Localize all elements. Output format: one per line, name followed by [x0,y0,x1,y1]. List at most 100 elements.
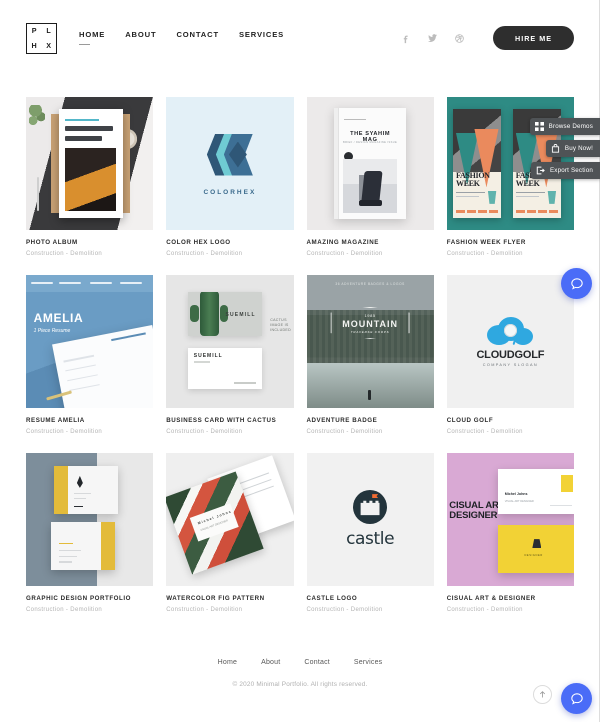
badge-name: MOUNTAIN [342,318,399,329]
cactus-note: CACTUS IMAGE IS INCLUDED [270,317,291,333]
flyer-left: FASHION WEEK [453,108,502,219]
portfolio-thumbnail[interactable]: AMELIA 1 Piece Resume [26,275,154,408]
portfolio-item-title: BUSINESS CARD WITH CACTUS [166,417,277,424]
export-section-button[interactable]: Export Section [530,162,600,179]
portfolio-item-subtitle: Construction - Demolition [446,607,523,613]
flyer-swatches [456,209,498,213]
footer-link-contact[interactable]: Contact [304,659,330,666]
colorhex-wordmark: COLORHEX [203,188,257,196]
portfolio-grid: PHOTO ALBUM Construction - Demolition CO… [0,76,600,631]
portfolio-item-castle-logo[interactable]: castle CASTLE LOGO Construction - Demoli… [306,453,434,613]
browse-demos-label: Browse Demos [548,123,593,130]
browse-demos-button[interactable]: Browse Demos [529,118,600,135]
export-section-label: Export Section [549,167,593,174]
portfolio-item-title: COLOR HEX LOGO [166,239,231,246]
arrow-up-icon [539,691,546,698]
resume-sheet [52,324,154,408]
portfolio-item-subtitle: Construction - Demolition [166,251,243,257]
footer-link-services[interactable]: Services [354,659,382,666]
chat-bubble-button-upper[interactable] [561,268,592,299]
portfolio-item-business-card-cactus[interactable]: SUEMILL SUEMILL CACTUS IMAGE IS INCLUDED… [166,275,294,435]
cloudgolf-artwork: CLOUDGOLF COMPANY SLOGAN [446,275,574,408]
portfolio-item-resume-amelia[interactable]: AMELIA 1 Piece Resume RESUME AMELIA Cons… [26,275,154,435]
card-back: SUEMILL [187,348,262,390]
site-header: P L H X HOME ABOUT CONTACT SERVICES HIRE… [0,0,600,76]
footer-link-about[interactable]: About [261,659,280,666]
portfolio-item-photo-album[interactable]: PHOTO ALBUM Construction - Demolition [26,97,154,257]
magazine-spine [334,107,340,220]
portfolio-thumbnail[interactable] [26,453,154,586]
export-icon [536,166,545,175]
bag-icon [551,144,560,153]
nav-item-home[interactable]: HOME [79,30,105,46]
demo-tools-panel: Browse Demos Buy Now! Export Section [529,118,600,179]
dribbble-icon[interactable] [454,32,465,44]
portfolio-item-title: CASTLE LOGO [306,595,358,602]
copyright-text: © 2020 Minimal Portfolio. All rights res… [232,681,368,688]
portfolio-item-title: CISUAL ART & DESIGNER [446,595,536,602]
logo-letter-x: X [46,40,52,50]
plant-decor [28,104,45,131]
watercolor-artwork: Michel Johns VISUAL ART DESIGNER [166,453,294,586]
portfolio-item-title: ADVENTURE BADGE [306,417,378,424]
flyer-headline-line2: WEEK [515,178,540,188]
twitter-icon[interactable] [427,32,438,44]
portfolio-thumbnail[interactable]: COLORHEX [166,97,294,230]
resume-tagline: 1 Piece Resume [33,327,71,334]
portfolio-item-title: PHOTO ALBUM [26,239,78,246]
portfolio-thumbnail[interactable]: CLOUDGOLF COMPANY SLOGAN [446,275,574,408]
nav-item-services[interactable]: SERVICES [239,30,284,46]
portfolio-thumbnail[interactable]: Michel Johns VISUAL ART DESIGNER [166,453,294,586]
buy-now-button[interactable]: Buy Now! [545,140,600,157]
portfolio-item-subtitle: Construction - Demolition [306,607,383,613]
portfolio-thumbnail[interactable]: CISUAL ART & DESIGNER Michel Johns VISUA… [446,453,574,586]
album-photo [65,148,117,212]
hiker-figure [367,390,371,401]
resume-artwork: AMELIA 1 Piece Resume [26,275,154,408]
colorhex-logo-mark [206,132,253,178]
flyer-cup-icon [547,190,557,204]
nav-item-contact[interactable]: CONTACT [176,30,219,46]
cactus-photo [190,292,229,337]
portfolio-item-graphic-design-portfolio[interactable]: GRAPHIC DESIGN PORTFOLIO Construction - … [26,453,154,613]
album-accent-line [65,118,99,121]
portfolio-item-amazing-magazine[interactable]: THE SYAHIM MAG BRIEF / DESIGN MAGAZINE I… [306,97,434,257]
resume-heading: AMELIA 1 Piece Resume [34,311,84,334]
portfolio-item-title: GRAPHIC DESIGN PORTFOLIO [26,595,131,602]
folder-bottom [51,522,116,571]
graphic-portfolio-artwork [26,453,154,586]
facebook-icon[interactable] [400,32,411,44]
castle-wordmark: castle [346,529,395,549]
portfolio-item-watercolor-fig-pattern[interactable]: Michel Johns VISUAL ART DESIGNER WATERCO… [166,453,294,613]
castle-artwork: castle [306,453,434,586]
portfolio-item-subtitle: Construction - Demolition [306,251,383,257]
buy-now-label: Buy Now! [564,145,593,152]
portfolio-thumbnail[interactable]: 36 ADVENTURE BADGES & LOGOS 1985 MOUNTAI… [306,275,434,408]
portfolio-item-cisual-art-designer[interactable]: CISUAL ART & DESIGNER Michel Johns VISUA… [446,453,574,613]
portfolio-item-cloud-golf[interactable]: CLOUDGOLF COMPANY SLOGAN CLOUD GOLF Cons… [446,275,574,435]
site-logo[interactable]: P L H X [26,22,57,54]
cloudgolf-wordmark: CLOUDGOLF [476,348,545,361]
hire-me-button[interactable]: HIRE ME [493,26,574,50]
portfolio-thumbnail[interactable] [26,97,154,230]
portfolio-item-title: RESUME AMELIA [26,417,85,424]
logo-letter-h: H [31,40,37,50]
portfolio-thumbnail[interactable]: castle [306,453,434,586]
chat-bubble-button-lower[interactable] [561,683,592,714]
feather-logo [76,475,83,488]
scroll-to-top-button[interactable] [533,685,552,704]
pen-decor [37,177,40,212]
footer-link-home[interactable]: Home [218,659,237,666]
mountain-badge: 1985 MOUNTAIN TRAVERSE CORPS [330,306,410,339]
portfolio-item-adventure-badge[interactable]: 36 ADVENTURE BADGES & LOGOS 1985 MOUNTAI… [306,275,434,435]
portfolio-item-color-hex-logo[interactable]: COLORHEX COLOR HEX LOGO Construction - D… [166,97,294,257]
portfolio-item-title: WATERCOLOR FIG PATTERN [166,595,265,602]
nav-item-about[interactable]: ABOUT [125,30,156,46]
portfolio-thumbnail[interactable]: SUEMILL SUEMILL CACTUS IMAGE IS INCLUDED [166,275,294,408]
portfolio-thumbnail[interactable]: THE SYAHIM MAG BRIEF / DESIGN MAGAZINE I… [306,97,434,230]
flyer-headline: FASHION WEEK [456,172,490,188]
photo-album-artwork [26,97,154,230]
main-navigation: HOME ABOUT CONTACT SERVICES [79,30,284,46]
card-front: SUEMILL [187,292,262,337]
magazine-subtitle: BRIEF / DESIGN MAGAZINE ISSUE [343,141,398,145]
